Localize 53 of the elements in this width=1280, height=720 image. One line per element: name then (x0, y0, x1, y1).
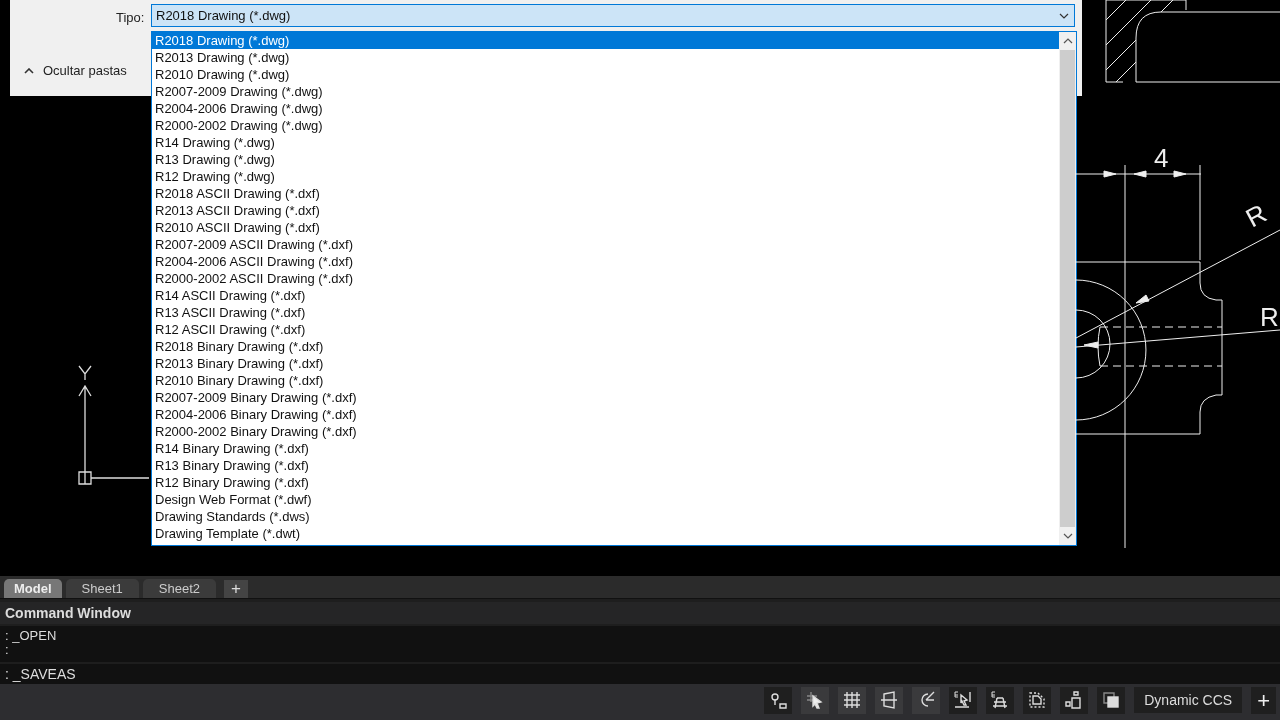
file-type-dropdown[interactable]: R2018 Drawing (*.dwg) (151, 4, 1075, 27)
dropdown-option[interactable]: R2000-2002 ASCII Drawing (*.dxf) (152, 270, 1059, 287)
dropdown-option[interactable]: Drawing Standards (*.dws) (152, 508, 1059, 525)
dropdown-option[interactable]: R2010 Drawing (*.dwg) (152, 66, 1059, 83)
layout-tab[interactable]: Model (4, 579, 62, 598)
dropdown-option[interactable]: Design Web Format (*.dwf) (152, 491, 1059, 508)
dropdown-option[interactable]: R2004-2006 Binary Drawing (*.dxf) (152, 406, 1059, 423)
chevron-icon (1059, 12, 1069, 19)
scroll-up-icon (1062, 38, 1073, 44)
dropdown-option[interactable]: R12 ASCII Drawing (*.dxf) (152, 321, 1059, 338)
dropdown-option[interactable]: R12 Drawing (*.dwg) (152, 168, 1059, 185)
dropdown-option[interactable]: R13 ASCII Drawing (*.dxf) (152, 304, 1059, 321)
cursor-grid-icon[interactable] (801, 686, 830, 714)
dropdown-option[interactable]: R2004-2006 ASCII Drawing (*.dxf) (152, 253, 1059, 270)
command-history-line: : (5, 643, 10, 657)
dropdown-option[interactable]: R2007-2009 Binary Drawing (*.dxf) (152, 389, 1059, 406)
dropdown-option[interactable]: R13 Binary Drawing (*.dxf) (152, 457, 1059, 474)
command-window-title: Command Window (0, 602, 1280, 624)
dropdown-option[interactable]: R14 Drawing (*.dwg) (152, 134, 1059, 151)
dropdown-option[interactable]: R14 Binary Drawing (*.dxf) (152, 440, 1059, 457)
dropdown-option[interactable]: R2018 ASCII Drawing (*.dxf) (152, 185, 1059, 202)
dropdown-option[interactable]: R2013 ASCII Drawing (*.dxf) (152, 202, 1059, 219)
type-label: Tipo: (116, 10, 145, 25)
dropdown-option[interactable]: R2007-2009 Drawing (*.dwg) (152, 83, 1059, 100)
dropdown-option[interactable]: R2013 Drawing (*.dwg) (152, 49, 1059, 66)
dropdown-option[interactable]: R2013 Binary Drawing (*.dxf) (152, 355, 1059, 372)
dropdown-option[interactable]: R14 ASCII Drawing (*.dxf) (152, 287, 1059, 304)
dropdown-option[interactable]: R13 Drawing (*.dwg) (152, 151, 1059, 168)
add-button[interactable]: + (1251, 686, 1276, 714)
hide-folders-button[interactable]: Ocultar pastas (24, 63, 127, 78)
dynamic-ccs-button[interactable]: Dynamic CCS (1134, 687, 1243, 713)
dropdown-option[interactable]: R2010 ASCII Drawing (*.dxf) (152, 219, 1059, 236)
dropdown-option[interactable]: R2000-2002 Drawing (*.dwg) (152, 117, 1059, 134)
command-history-line: : _OPEN (5, 629, 58, 643)
add-tab-button[interactable]: + (223, 580, 248, 598)
dropdown-option[interactable]: R2000-2002 Binary Drawing (*.dxf) (152, 423, 1059, 440)
radius-label: R (1260, 302, 1279, 332)
dropdown-option[interactable]: R2010 Binary Drawing (*.dxf) (152, 372, 1059, 389)
layout-tab[interactable]: Sheet1 (65, 579, 139, 598)
dropdown-option[interactable]: R2007-2009 ASCII Drawing (*.dxf) (152, 236, 1059, 253)
caret-icon (24, 67, 34, 74)
dropdown-option[interactable]: R2004-2006 Drawing (*.dwg) (152, 100, 1059, 117)
radius-label: R (1240, 198, 1272, 234)
dropdown-option[interactable]: R12 Binary Drawing (*.dxf) (152, 474, 1059, 491)
squares-icon[interactable] (1097, 686, 1126, 714)
scroll-down-icon (1062, 533, 1073, 539)
layout-tab[interactable]: Sheet2 (142, 579, 216, 598)
dropdown-option[interactable]: R2018 Drawing (*.dwg) (152, 32, 1059, 49)
grid-icon[interactable] (838, 686, 867, 714)
scrollbar[interactable] (1059, 32, 1076, 545)
dropdown-option[interactable]: Drawing Template (*.dwt) (152, 525, 1059, 542)
dropdown-option[interactable]: R2018 Binary Drawing (*.dxf) (152, 338, 1059, 355)
dimension-label: 4 (1154, 143, 1169, 173)
